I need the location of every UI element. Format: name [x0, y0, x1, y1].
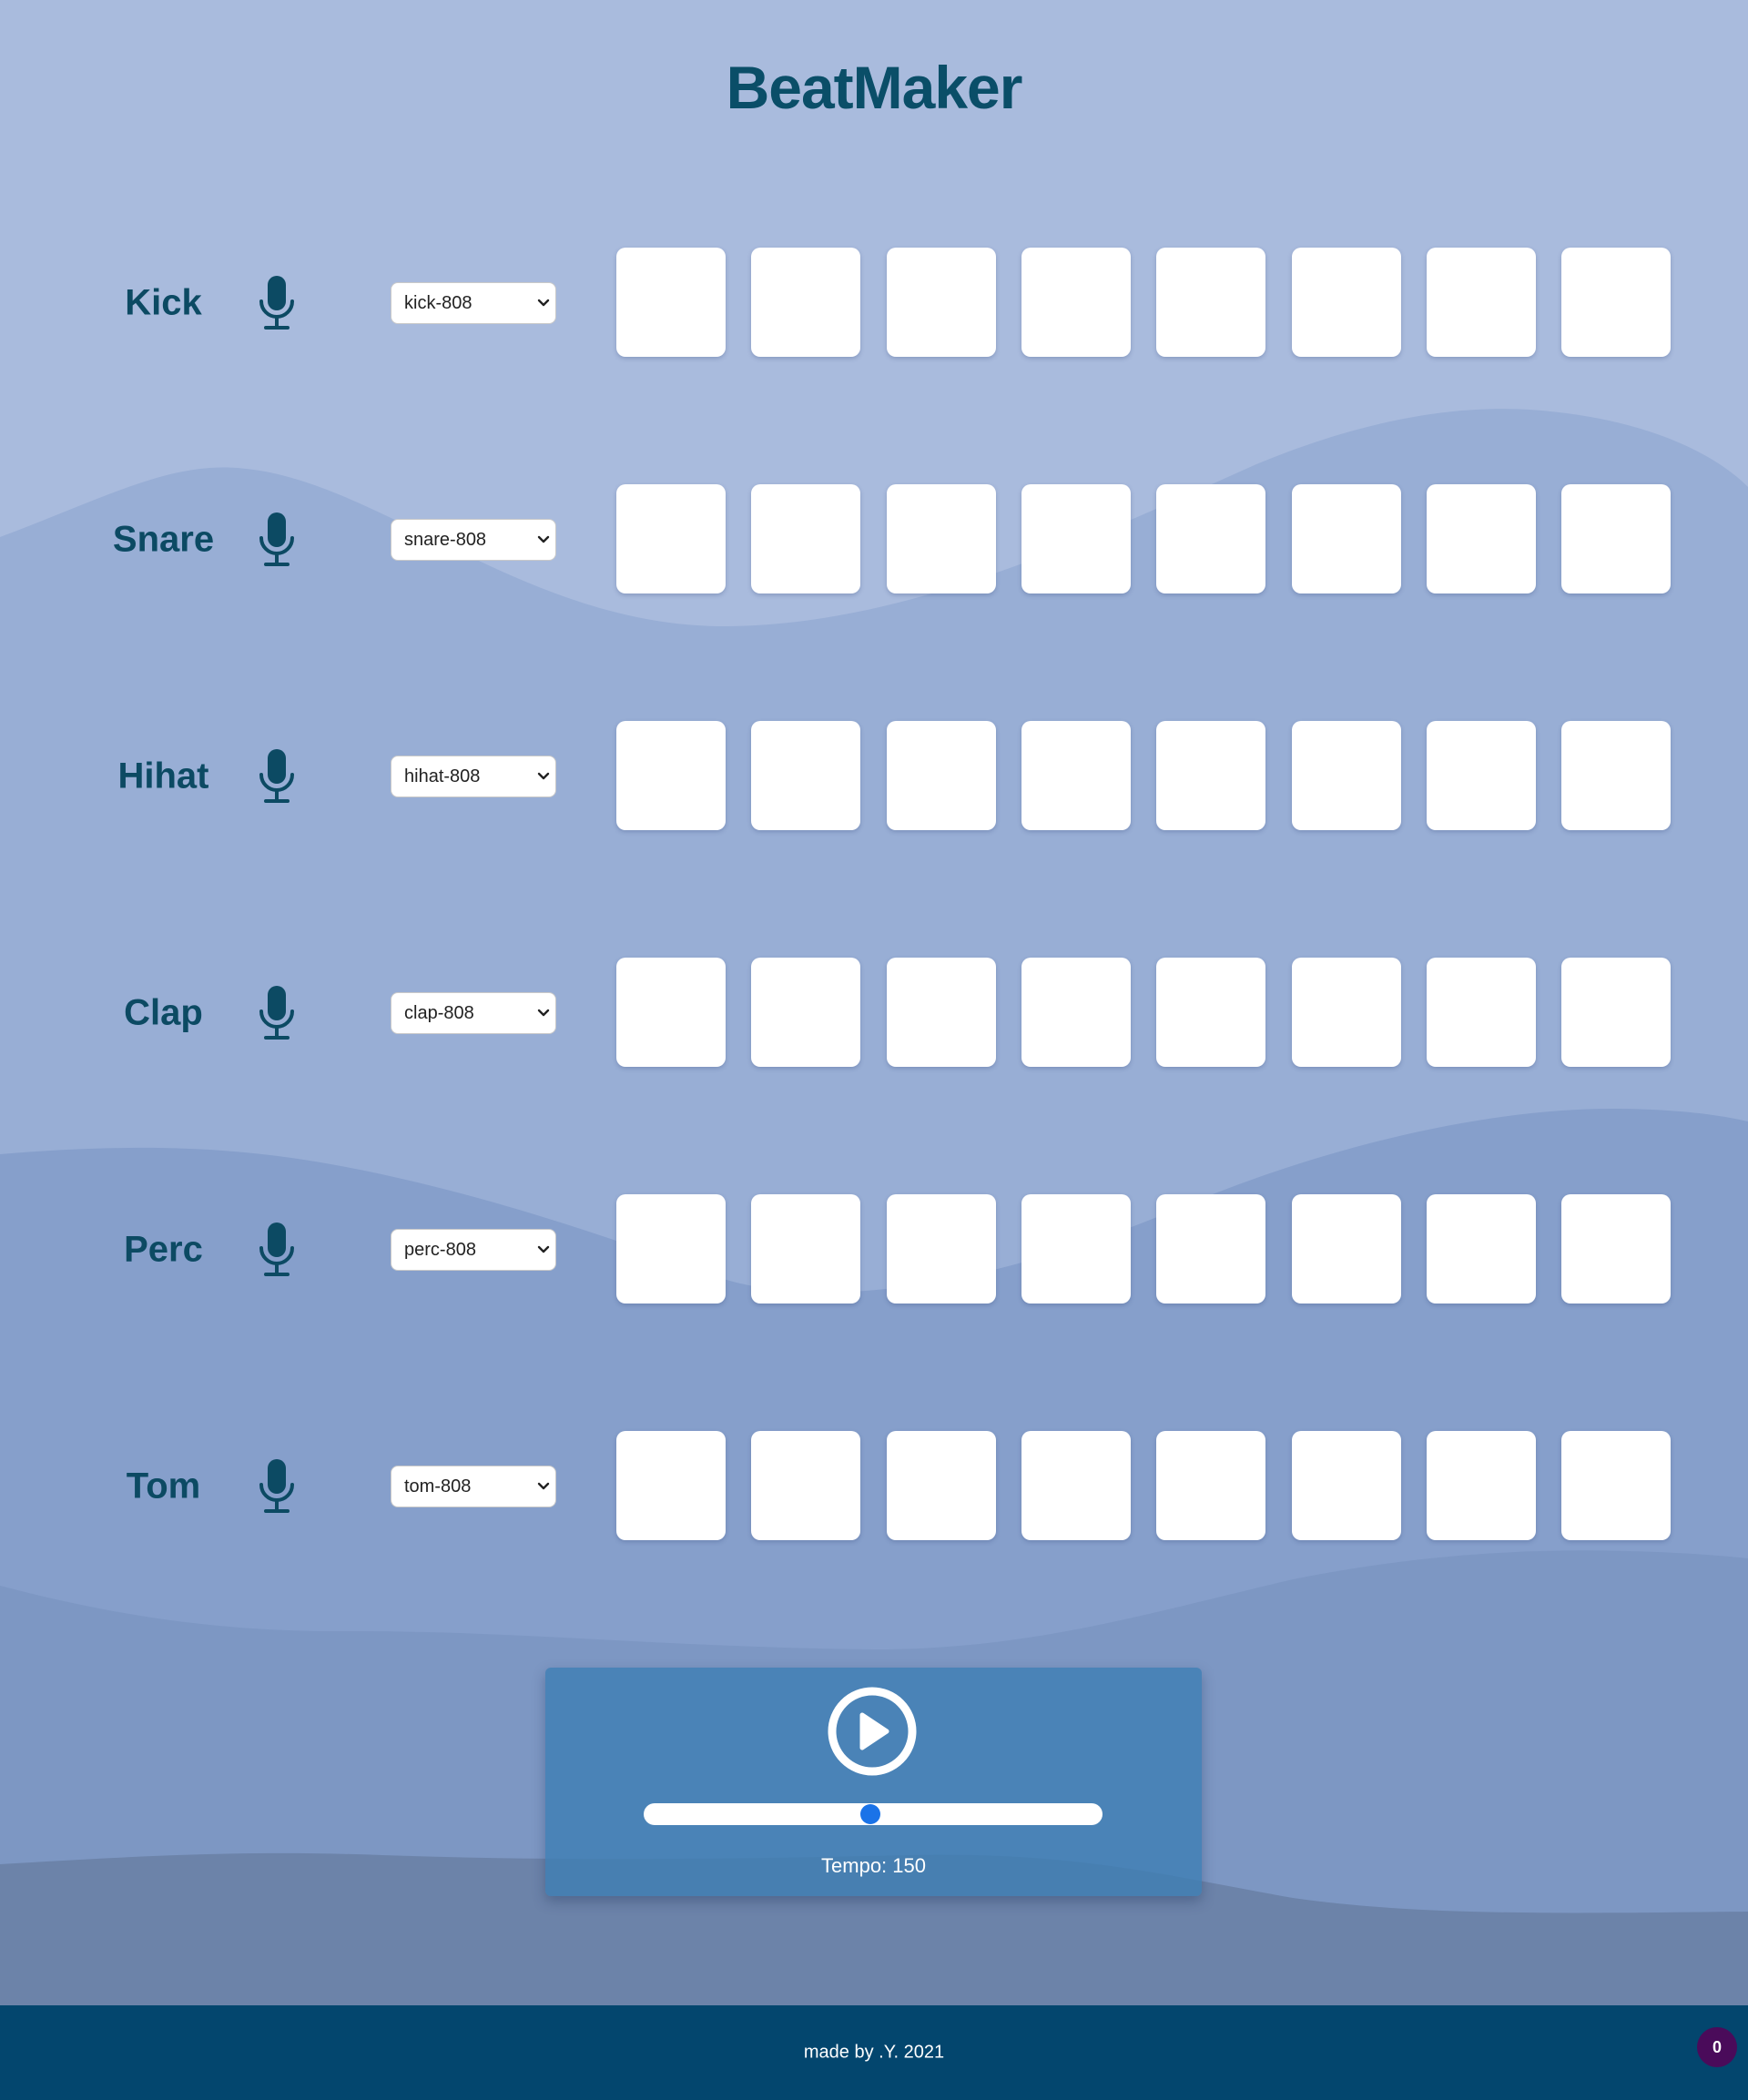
- step-pad[interactable]: [1021, 1431, 1131, 1540]
- track-name: Kick: [125, 282, 202, 323]
- step-pad[interactable]: [887, 958, 996, 1067]
- step-pad[interactable]: [751, 248, 860, 357]
- tempo-slider[interactable]: [644, 1803, 1103, 1825]
- step-pad[interactable]: [1427, 484, 1536, 593]
- sample-select[interactable]: tom-808: [391, 1466, 556, 1507]
- footer: made by .Y. 2021 0: [0, 2005, 1748, 2100]
- step-pad[interactable]: [1292, 1431, 1401, 1540]
- step-pad[interactable]: [1156, 958, 1265, 1067]
- track-row-tom: Tom tom-808: [0, 1431, 1748, 1542]
- step-pad[interactable]: [1021, 721, 1131, 830]
- step-pad[interactable]: [1292, 958, 1401, 1067]
- step-pad[interactable]: [1156, 248, 1265, 357]
- step-pad[interactable]: [887, 484, 996, 593]
- play-button[interactable]: [827, 1686, 918, 1777]
- track-row-kick: Kick kick-808: [0, 248, 1748, 359]
- sample-select[interactable]: clap-808: [391, 992, 556, 1034]
- step-pad[interactable]: [616, 484, 726, 593]
- sample-select[interactable]: kick-808: [391, 282, 556, 324]
- microphone-icon[interactable]: [253, 274, 300, 332]
- step-pad[interactable]: [1561, 1194, 1671, 1304]
- sample-select[interactable]: snare-808: [391, 519, 556, 561]
- tempo-label: Tempo: 150: [821, 1854, 926, 1877]
- tempo-slider-thumb[interactable]: [860, 1804, 881, 1824]
- track-name: Clap: [124, 992, 203, 1033]
- step-pad[interactable]: [1427, 721, 1536, 830]
- play-icon: [828, 1687, 917, 1776]
- step-pad[interactable]: [1021, 484, 1131, 593]
- step-pad[interactable]: [1021, 248, 1131, 357]
- track-name: Tom: [126, 1466, 201, 1507]
- step-pad[interactable]: [751, 958, 860, 1067]
- step-pad[interactable]: [1427, 248, 1536, 357]
- step-pad[interactable]: [751, 484, 860, 593]
- track-name: Perc: [124, 1229, 203, 1270]
- step-pad[interactable]: [1156, 484, 1265, 593]
- step-pad[interactable]: [751, 1431, 860, 1540]
- step-pad[interactable]: [1292, 721, 1401, 830]
- step-pad[interactable]: [616, 1431, 726, 1540]
- step-pad[interactable]: [1292, 484, 1401, 593]
- step-pad[interactable]: [616, 958, 726, 1067]
- step-pad[interactable]: [1561, 958, 1671, 1067]
- microphone-icon[interactable]: [253, 1457, 300, 1516]
- step-pad[interactable]: [1021, 958, 1131, 1067]
- track-row-snare: Snare snare-808: [0, 484, 1748, 595]
- page-title: BeatMaker: [726, 54, 1023, 121]
- microphone-icon[interactable]: [253, 511, 300, 569]
- step-pad[interactable]: [1292, 248, 1401, 357]
- step-pad[interactable]: [887, 248, 996, 357]
- step-pad[interactable]: [1021, 1194, 1131, 1304]
- step-pad[interactable]: [1427, 1431, 1536, 1540]
- step-pad[interactable]: [1427, 958, 1536, 1067]
- footer-credit: made by .Y. 2021: [803, 2042, 945, 2063]
- notification-badge[interactable]: 0: [1697, 2027, 1737, 2067]
- step-pad[interactable]: [1156, 721, 1265, 830]
- sample-select[interactable]: hihat-808: [391, 756, 556, 797]
- step-pad[interactable]: [751, 721, 860, 830]
- track-row-perc: Perc perc-808: [0, 1194, 1748, 1305]
- microphone-icon[interactable]: [253, 1221, 300, 1279]
- step-pad[interactable]: [887, 721, 996, 830]
- track-name: Snare: [112, 519, 215, 560]
- track-row-hihat: Hihat hihat-808: [0, 721, 1748, 832]
- step-pad[interactable]: [616, 721, 726, 830]
- playback-controls: Tempo: 150: [545, 1668, 1202, 1896]
- step-pad[interactable]: [887, 1194, 996, 1304]
- step-pad[interactable]: [887, 1431, 996, 1540]
- step-pad[interactable]: [1156, 1431, 1265, 1540]
- microphone-icon[interactable]: [253, 984, 300, 1042]
- step-pad[interactable]: [616, 248, 726, 357]
- step-pad[interactable]: [616, 1194, 726, 1304]
- step-pad[interactable]: [1561, 248, 1671, 357]
- track-name: Hihat: [117, 756, 209, 796]
- step-pad[interactable]: [1561, 1431, 1671, 1540]
- step-pad[interactable]: [1427, 1194, 1536, 1304]
- sample-select[interactable]: perc-808: [391, 1229, 556, 1271]
- step-pad[interactable]: [1292, 1194, 1401, 1304]
- step-pad[interactable]: [1156, 1194, 1265, 1304]
- step-pad[interactable]: [1561, 721, 1671, 830]
- microphone-icon[interactable]: [253, 747, 300, 806]
- step-pad[interactable]: [751, 1194, 860, 1304]
- step-pad[interactable]: [1561, 484, 1671, 593]
- track-row-clap: Clap clap-808: [0, 958, 1748, 1069]
